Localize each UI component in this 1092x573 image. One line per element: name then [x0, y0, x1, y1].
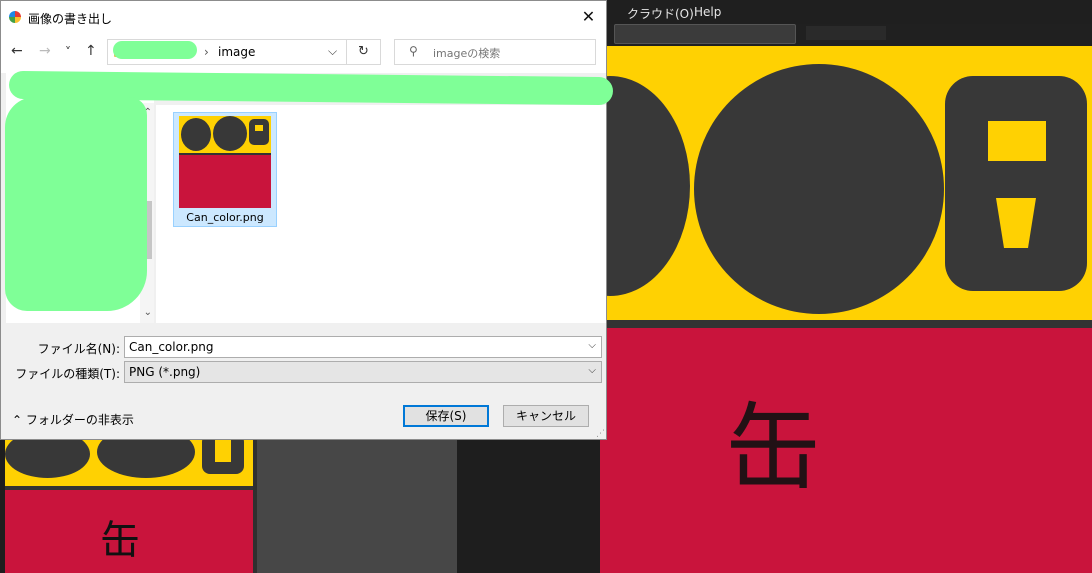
close-icon: ✕: [581, 7, 596, 26]
redaction-mark-nav: [5, 97, 147, 311]
navigation-bar: ← → ˅ ↑ › image ⌵ ↻ ⚲: [1, 33, 606, 73]
filename-dropdown-icon[interactable]: ⌵: [588, 340, 596, 351]
canvas-rect-hole-top: [988, 121, 1046, 161]
save-form: ファイル名(N): Can_color.png ⌵ ファイルの種類(T): PN…: [6, 323, 606, 439]
scroll-down-icon[interactable]: ⌄: [144, 307, 152, 318]
up-button[interactable]: ↑: [85, 43, 97, 59]
resize-grip-icon[interactable]: ⋰: [596, 429, 605, 439]
thumb-rect-hole: [255, 125, 263, 131]
back-button[interactable]: ←: [11, 43, 23, 59]
chevron-up-icon: ⌃: [12, 413, 23, 427]
preview-handwritten-text: 缶: [100, 518, 140, 564]
breadcrumb-separator-icon: ›: [204, 45, 209, 59]
forward-button[interactable]: →: [39, 43, 51, 59]
filename-label: ファイル名(N):: [37, 342, 120, 356]
canvas-rect-shape: [945, 76, 1087, 291]
hide-folders-label: フォルダーの非表示: [25, 413, 134, 427]
file-item[interactable]: Can_color.png: [173, 112, 277, 227]
preview-rect-hole: [215, 440, 231, 462]
file-list[interactable]: Can_color.png: [156, 105, 606, 323]
thumb-circle-2: [213, 116, 247, 151]
filetype-select[interactable]: PNG (*.png) ⌵: [124, 361, 602, 383]
filename-field[interactable]: Can_color.png ⌵: [124, 336, 602, 358]
canvas-handwritten-text: 缶: [725, 393, 821, 505]
export-image-dialog: 画像の書き出し ✕ ← → ˅ ↑ › image ⌵ ↻ ⚲ ⌃ ⌄: [0, 0, 614, 440]
menu-item-cloud[interactable]: クラウド(O): [627, 5, 694, 22]
paint-canvas[interactable]: 缶: [600, 46, 1092, 573]
canvas-circle-middle: [694, 64, 944, 314]
thumb-rect-shape: [249, 119, 269, 145]
menu-item-help[interactable]: Help: [694, 5, 721, 19]
preview-canvas: 缶: [5, 440, 253, 573]
refresh-icon: ↻: [358, 44, 369, 59]
search-input[interactable]: [431, 44, 585, 62]
file-name: Can_color.png: [186, 211, 264, 224]
dialog-title: 画像の書き出し: [28, 12, 113, 26]
search-icon: ⚲: [409, 44, 418, 58]
search-box[interactable]: ⚲: [394, 39, 596, 65]
cancel-button[interactable]: キャンセル: [503, 405, 589, 427]
tool-panel: [806, 26, 886, 40]
thumb-circle-1: [181, 118, 211, 151]
file-thumbnail: [179, 116, 271, 208]
dialog-titlebar[interactable]: 画像の書き出し ✕: [1, 1, 606, 33]
app-toolstrip: [606, 24, 1092, 46]
recent-locations-button[interactable]: ˅: [65, 45, 71, 59]
save-button[interactable]: 保存(S): [403, 405, 489, 427]
hide-folders-toggle[interactable]: ⌃ フォルダーの非表示: [12, 411, 134, 428]
filetype-value: PNG (*.png): [129, 365, 201, 379]
breadcrumb-current[interactable]: image: [218, 45, 255, 59]
workspace-panel: [257, 440, 457, 573]
tool-field[interactable]: [614, 24, 796, 44]
address-dropdown-icon[interactable]: ⌵: [328, 44, 337, 59]
filename-value: Can_color.png: [129, 340, 214, 354]
filetype-label: ファイルの種類(T):: [15, 367, 120, 381]
redaction-mark-address: [113, 41, 197, 59]
close-button[interactable]: ✕: [571, 1, 606, 33]
refresh-button[interactable]: ↻: [347, 39, 381, 65]
app-icon: [9, 11, 21, 23]
filetype-dropdown-icon: ⌵: [588, 365, 596, 376]
